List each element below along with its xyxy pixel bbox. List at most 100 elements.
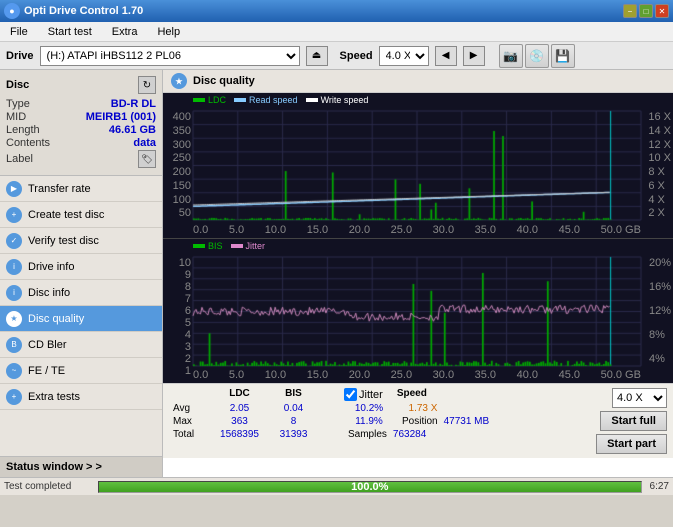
disc-contents-value: data <box>133 137 156 149</box>
legend-write-speed-label: Write speed <box>321 95 369 105</box>
legend-ldc: LDC <box>193 95 226 105</box>
nav-items: ▶ Transfer rate + Create test disc ✓ Ver… <box>0 176 162 456</box>
progress-fill: 100.0% <box>99 482 641 492</box>
speed-select[interactable]: 4.0 X <box>379 46 429 66</box>
sidebar: Disc ↻ Type BD-R DL MID MEIRB1 (001) Len… <box>0 70 163 477</box>
nav-verify-test-disc[interactable]: ✓ Verify test disc <box>0 228 162 254</box>
drive-select[interactable]: (H:) ATAPI iHBS112 2 PL06 <box>40 46 300 66</box>
close-button[interactable]: ✕ <box>655 4 669 18</box>
toolbar-icon-3[interactable]: 💾 <box>551 44 575 68</box>
disc-contents-label: Contents <box>6 137 50 149</box>
bottom-chart-canvas <box>163 239 673 384</box>
disc-quality-header: ★ Disc quality <box>163 70 673 93</box>
jitter-checkbox-label: Jitter <box>359 389 383 401</box>
nav-disc-info-label: Disc info <box>28 287 70 299</box>
speed-right-button[interactable]: ▶ <box>463 46 485 66</box>
test-completed-label: Test completed <box>4 481 94 492</box>
nav-cd-bler-icon: B <box>6 337 22 353</box>
nav-fe-te-label: FE / TE <box>28 365 65 377</box>
stats-label-max: Max <box>173 416 208 427</box>
nav-fe-te[interactable]: ~ FE / TE <box>0 358 162 384</box>
toolbar-icon-2[interactable]: 💿 <box>525 44 549 68</box>
stats-ldc-max: 363 <box>212 416 267 427</box>
menu-file[interactable]: File <box>4 24 34 40</box>
stats-label-total: Total <box>173 429 208 440</box>
start-full-button[interactable]: Start full <box>600 411 667 431</box>
stats-jitter-max: 11.9% <box>344 416 394 427</box>
nav-transfer-rate[interactable]: ▶ Transfer rate <box>0 176 162 202</box>
stats-col-ldc: LDC <box>212 388 267 401</box>
disc-mid-value: MEIRB1 (001) <box>86 111 156 123</box>
disc-mid-label: MID <box>6 111 26 123</box>
chart-bottom: BIS Jitter 10 9 8 7 6 5 4 3 <box>163 239 673 384</box>
status-window-button[interactable]: Status window > > <box>0 456 162 477</box>
nav-drive-info[interactable]: i Drive info <box>0 254 162 280</box>
nav-extra-tests[interactable]: + Extra tests <box>0 384 162 410</box>
drive-label: Drive <box>6 50 34 62</box>
nav-disc-quality-icon: ★ <box>6 311 22 327</box>
jitter-checkbox-area: Jitter <box>344 388 383 401</box>
stats-bis-total: 31393 <box>271 429 316 440</box>
disc-quality-icon: ★ <box>171 73 187 89</box>
nav-drive-info-label: Drive info <box>28 261 74 273</box>
nav-drive-info-icon: i <box>6 259 22 275</box>
stats-speed-avg: 1.73 X <box>398 403 448 414</box>
nav-disc-quality[interactable]: ★ Disc quality <box>0 306 162 332</box>
disc-label-icon[interactable]: 🏷 <box>138 150 156 168</box>
stats-bis-max: 8 <box>271 416 316 427</box>
nav-disc-quality-label: Disc quality <box>28 313 84 325</box>
title-bar: ● Opti Drive Control 1.70 − □ ✕ <box>0 0 673 22</box>
progress-percent: 100.0% <box>351 481 388 493</box>
legend-write-speed-color <box>306 98 318 102</box>
legend-ldc-color <box>193 98 205 102</box>
legend-bis: BIS <box>193 241 223 251</box>
disc-length-label: Length <box>6 124 40 136</box>
stats-area: LDC BIS Jitter Speed Avg 2.05 0.04 10.2% <box>163 383 673 458</box>
eject-button[interactable]: ⏏ <box>306 46 328 66</box>
nav-create-test-disc[interactable]: + Create test disc <box>0 202 162 228</box>
menu-start-test[interactable]: Start test <box>42 24 98 40</box>
stats-col-gap <box>320 388 340 401</box>
nav-extra-tests-icon: + <box>6 389 22 405</box>
window-title: Opti Drive Control 1.70 <box>24 5 143 17</box>
charts-container: LDC Read speed Write speed 400 350 30 <box>163 93 673 383</box>
legend-jitter-label: Jitter <box>246 241 266 251</box>
content-area: ★ Disc quality LDC Read speed <box>163 70 673 477</box>
nav-create-label: Create test disc <box>28 209 104 221</box>
stats-jitter-avg: 10.2% <box>344 403 394 414</box>
nav-disc-info-icon: i <box>6 285 22 301</box>
stats-ldc-avg: 2.05 <box>212 403 267 414</box>
stats-position-value: 47731 MB <box>444 416 490 427</box>
stats-col-bis: BIS <box>271 388 316 401</box>
speed-left-button[interactable]: ◀ <box>435 46 457 66</box>
progress-track: 100.0% <box>98 481 642 493</box>
stats-position-label: Position <box>402 416 438 427</box>
chart-top: LDC Read speed Write speed 400 350 30 <box>163 93 673 239</box>
minimize-button[interactable]: − <box>623 4 637 18</box>
menu-help[interactable]: Help <box>151 24 186 40</box>
nav-cd-bler-label: CD Bler <box>28 339 67 351</box>
stats-label-avg: Avg <box>173 403 208 414</box>
speed-label: Speed <box>340 50 373 62</box>
stats-samples-label: Samples <box>348 429 387 440</box>
disc-length-value: 46.61 GB <box>109 124 156 136</box>
disc-quality-title: Disc quality <box>193 75 255 87</box>
speed-right-select[interactable]: 4.0 X <box>612 388 667 408</box>
jitter-checkbox[interactable] <box>344 388 357 401</box>
toolbar-icon-1[interactable]: 📷 <box>499 44 523 68</box>
nav-extra-tests-label: Extra tests <box>28 391 80 403</box>
legend-write-speed: Write speed <box>306 95 369 105</box>
disc-refresh-button[interactable]: ↻ <box>138 76 156 94</box>
disc-title: Disc <box>6 79 29 91</box>
nav-disc-info[interactable]: i Disc info <box>0 280 162 306</box>
nav-cd-bler[interactable]: B CD Bler <box>0 332 162 358</box>
nav-verify-icon: ✓ <box>6 233 22 249</box>
drive-bar: Drive (H:) ATAPI iHBS112 2 PL06 ⏏ Speed … <box>0 42 673 70</box>
maximize-button[interactable]: □ <box>639 4 653 18</box>
progress-bar-container: Test completed 100.0% 6:27 <box>0 477 673 495</box>
legend-read-speed-color <box>234 98 246 102</box>
legend-bis-color <box>193 244 205 248</box>
start-part-button[interactable]: Start part <box>596 434 667 454</box>
legend-jitter-color <box>231 244 243 248</box>
menu-extra[interactable]: Extra <box>106 24 144 40</box>
